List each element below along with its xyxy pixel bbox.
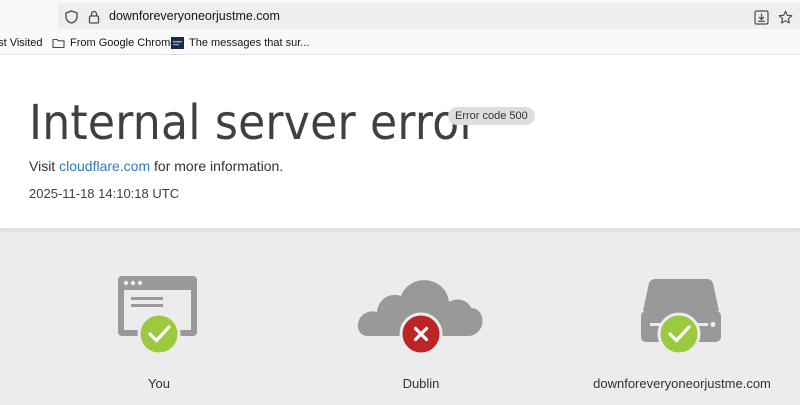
cloudflare-link[interactable]: cloudflare.com [59, 158, 150, 174]
node-label-dublin: Dublin [402, 376, 440, 391]
visit-suffix: for more information. [150, 158, 284, 174]
node-you: You [49, 229, 269, 405]
bookmark-label: The messages that sur... [189, 37, 310, 49]
cloud-icon [357, 280, 483, 356]
address-bar[interactable]: downforeveryoneorjustme.com [58, 3, 800, 29]
lock-icon[interactable] [87, 10, 101, 24]
download-icon[interactable] [753, 9, 769, 25]
node-label-you: You [148, 376, 170, 391]
browser-window-icon [118, 276, 197, 356]
visit-prefix: Visit [29, 158, 60, 174]
title-row: Internal server error Error code 500 [29, 95, 535, 151]
status-ok-circle [137, 312, 181, 356]
node-dublin: Dublin [311, 229, 531, 405]
server-icon [641, 279, 721, 356]
node-label-host: downforeveryoneorjustme.com [593, 376, 771, 391]
bookmark-most-visited[interactable]: ost Visited [0, 37, 43, 49]
bookmark-label: ost Visited [0, 37, 43, 49]
browser-toolbar: downforeveryoneorjustme.com [0, 0, 800, 33]
error-code-badge: Error code 500 [448, 107, 535, 125]
bookmark-label: From Google Chrome [70, 37, 177, 49]
status-section: You Dublin downforeveryoneorjustme.com [0, 228, 800, 405]
folder-icon [52, 37, 65, 49]
visit-info: Visit cloudflare.com for more informatio… [29, 158, 283, 174]
bookmarks-bar: ost Visited From Google Chrome The messa… [0, 33, 800, 55]
error-timestamp: 2025-11-18 14:10:18 UTC [29, 186, 180, 201]
url-text[interactable]: downforeveryoneorjustme.com [109, 9, 280, 23]
error-header: Internal server error Error code 500 Vis… [0, 56, 800, 228]
node-host: downforeveryoneorjustme.com [572, 229, 792, 405]
bookmark-star-icon[interactable] [777, 9, 793, 25]
bookmark-folder-google-chrome[interactable]: From Google Chrome [52, 37, 176, 49]
site-favicon-icon [171, 37, 184, 49]
bookmark-messages[interactable]: The messages that sur... [171, 37, 309, 49]
status-ok-circle [657, 312, 701, 356]
page-title: Internal server error [29, 95, 478, 151]
shield-icon[interactable] [64, 10, 78, 24]
